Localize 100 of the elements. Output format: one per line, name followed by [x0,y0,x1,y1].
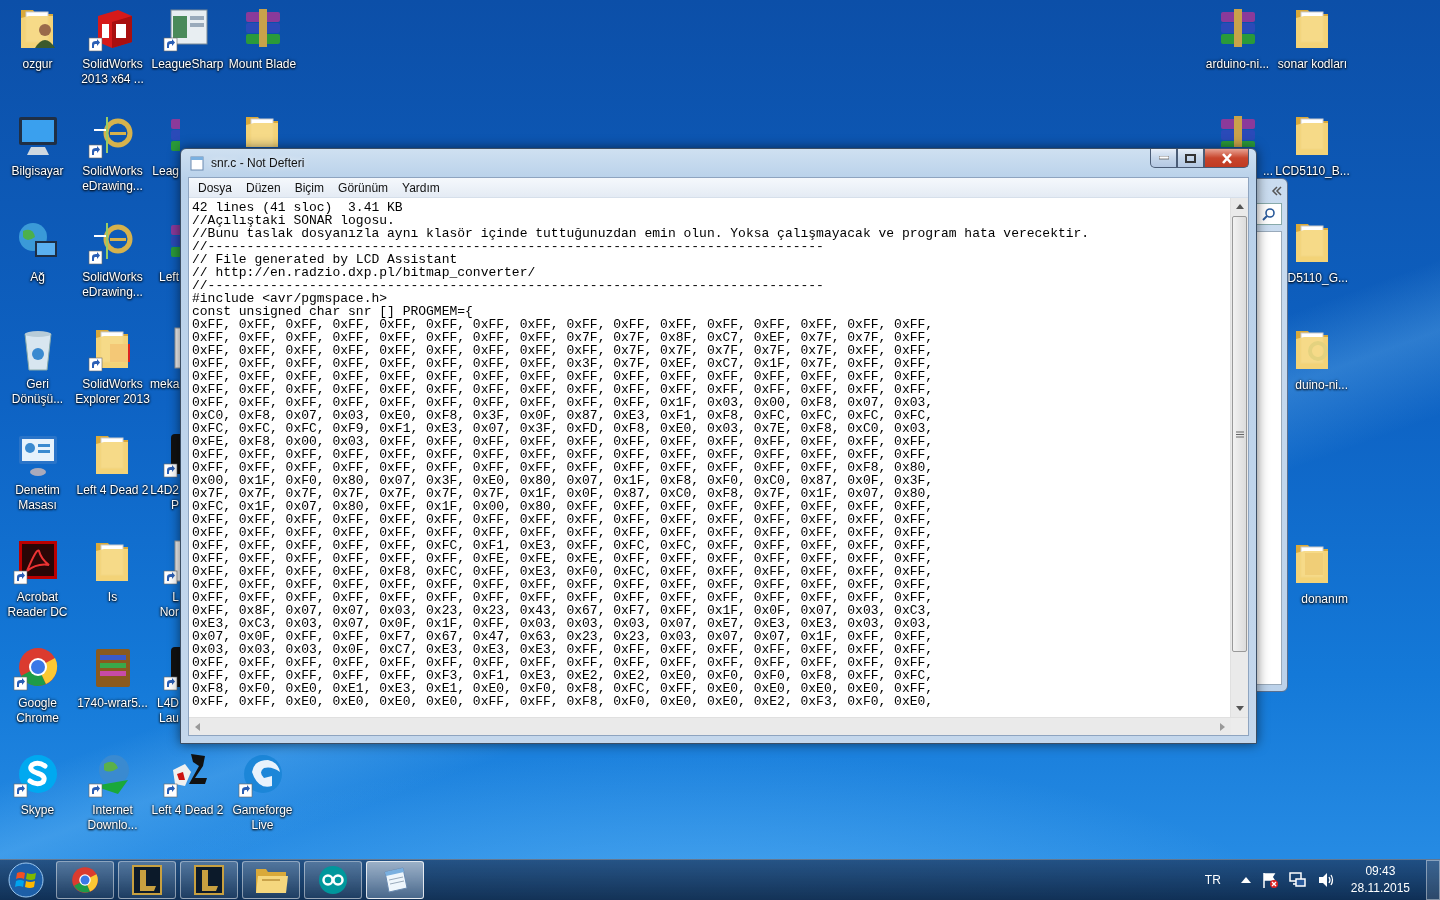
menu-item[interactable]: Düzen [239,180,288,195]
code-line: 42 lines (41 sloc) 3.41 KB [192,201,404,214]
icon-label: ... [1263,164,1274,179]
taskbar-button[interactable] [304,861,362,899]
start-button[interactable] [6,861,46,899]
icon-label: SolidWorks 2013 x64 ... [81,57,144,87]
icon-label: Internet Downlo... [87,802,138,833]
code-line: 0xFF, 0xFF, 0xFF, 0xFF, 0xFF, 0xFF, 0xFF, 0xFF, 0xFF, 0xFF, 0xFF, 0xFF, 0xFF, 0xFF, 0xFF, 0xFF, [192,526,935,539]
maximize-button[interactable] [1177,149,1204,168]
icon-label: meka [150,376,179,392]
code-line: 0xFF, 0xFF, 0xFF, 0xFF, 0xF8, 0xFC, 0xFF, 0xE3, 0xF0, 0xFC, 0xFF, 0xFF, 0xFF, 0xFF, 0xFF, 0xFF, [192,565,935,578]
icon-label: Bilgisayar [11,163,64,179]
icon-label: Google Chrome [16,696,59,726]
icon-label: arduino-ni... [1205,57,1270,72]
code-line: 0xFF, 0xFF, 0xFF, 0xFF, 0xFF, 0xFF, 0xFE, 0xFE, 0xFE, 0xFF, 0xFF, 0xFF, 0xFF, 0xFF, 0xFF, 0xFF, [192,552,935,565]
search-field[interactable] [1256,203,1282,225]
emblem-icon [193,864,225,896]
taskbar-button[interactable] [242,861,300,899]
code-line: 0xFE, 0xF8, 0x00, 0x03, 0xFF, 0xFF, 0xFF, 0xFF, 0xFF, 0xFF, 0xFF, 0xFF, 0xFF, 0xFF, 0xFF, 0xFF, [192,435,935,448]
code-line: 0xFF, 0xFF, 0xFF, 0xFF, 0xFF, 0xFF, 0xFF, 0xFF, 0x3F, 0x7F, 0xEF, 0xC7, 0x1F, 0x7F, 0xFF, 0xFF, [192,357,935,370]
code-line: 0xFC, 0x1F, 0x07, 0x80, 0xFF, 0x1F, 0x00, 0x80, 0xFF, 0xFF, 0xFF, 0xFF, 0xFF, 0xFF, 0xFF, 0xFF, [192,500,935,513]
menu-item[interactable]: Dosya [191,180,239,195]
clock-time[interactable]: 09:43 [1365,863,1396,880]
code-line: 0xFF, 0xFF, 0xFF, 0xFF, 0xFF, 0xF3, 0xF1, 0xE3, 0xE2, 0xE2, 0xE0, 0xF0, 0xF0, 0xF8, 0xFF, 0xFC, [192,669,935,682]
minimize-button[interactable] [1150,149,1177,168]
menu-item[interactable]: Yardım [395,180,447,195]
code-line: const unsigned char snr [] PROGMEM={ [192,305,474,318]
menu-item[interactable]: Görünüm [331,180,396,195]
clock-date[interactable]: 28.11.2015 [1350,880,1410,897]
icon-label: SolidWorks eDrawing... [82,270,143,300]
minimize-icon [1158,156,1169,160]
up-caret-icon[interactable] [1240,876,1251,884]
code-line: 0x07, 0x0F, 0xFF, 0xFF, 0xF7, 0x67, 0x47, 0x63, 0x23, 0x23, 0x03, 0x07, 0x07, 0x1F, 0xFF, 0xFF, [192,630,935,643]
code-line: 0xFF, 0xFF, 0xFF, 0xFF, 0xFF, 0xFF, 0xFF, 0xFF, 0xFF, 0xFF, 0x1F, 0x03, 0x00, 0xF8, 0x07, 0x03, [192,396,935,409]
icon-label: Left 4 Dead 2 [151,802,224,818]
code-line: 0xFF, 0xFF, 0xFF, 0xFF, 0xFF, 0xFF, 0xFF, 0xFF, 0xFF, 0xFF, 0xFF, 0xFF, 0xFF, 0xFF, 0xFF, 0xFF, [192,578,935,591]
close-icon [1220,152,1233,164]
code-line: 0x03, 0x03, 0x03, 0x0F, 0xC7, 0xE3, 0xE3, 0xE3, 0xFF, 0xFF, 0xFF, 0xFF, 0xFF, 0xFF, 0xFF, 0xFF, [192,643,935,656]
icon-label: Ağ [30,270,45,285]
chrome-icon [69,864,101,896]
down-arrow-icon[interactable] [1235,706,1244,711]
icon-label: Denetim Masası [15,483,60,513]
arduino-icon [317,864,349,896]
taskbar-button[interactable] [56,861,114,899]
icon-label: 1740-wrar5... [77,696,148,711]
code-line: //Bunu taslak dosyanızla aynı klasör içinde tuttuğunuzdan emin olun. Yoksa çalışmayacak ve program hata verecektir. [192,227,1091,240]
code-line: 0xE3, 0xC3, 0x03, 0x07, 0x0F, 0x1F, 0xFF, 0x03, 0x03, 0x03, 0x07, 0xE7, 0xE3, 0xE3, 0x03, 0x03, [192,617,935,630]
icon-label: ozgur [22,57,53,72]
code-line: 0xFF, 0x8F, 0x07, 0x07, 0x03, 0x23, 0x23, 0x43, 0x67, 0xF7, 0xFF, 0x1F, 0x0F, 0x07, 0x03, 0xC3, [192,604,935,617]
code-line: 0xFF, 0xFF, 0xFF, 0xFF, 0xFF, 0xFF, 0xFF, 0xFF, 0xFF, 0xFF, 0xFF, 0xFF, 0xFF, 0xFF, 0xFF, 0xFF, [192,591,935,604]
icon-label: Left 4 Dead 2 [76,483,149,498]
code-line: //------------------------------------------------------------------------------- [192,240,824,253]
icon-label: Geri Dönüşü... [11,376,64,407]
code-line: 0xFC, 0xFC, 0xFC, 0xF9, 0xF1, 0xE3, 0x07, 0x3F, 0xFD, 0xF8, 0xE0, 0x03, 0x7E, 0xF8, 0xC0, 0x03, [192,422,935,435]
icon-label: SolidWorks eDrawing... [82,163,143,194]
icon-label: Mount Blade [228,57,297,72]
code-line: 0x00, 0x1F, 0xF0, 0x80, 0x07, 0x3F, 0xE0, 0x80, 0x07, 0x1F, 0xF8, 0xF0, 0xC0, 0x87, 0x0F, 0x3F, [192,474,935,487]
language-indicator[interactable]: TR [1204,873,1221,887]
icon-label: donanım [1301,592,1349,607]
icon-label: sonar kodları [1277,57,1348,72]
code-line: 0xFF, 0xFF, 0xFF, 0xFF, 0xFF, 0xFF, 0xFF, 0xFF, 0xFF, 0xFF, 0xFF, 0xFF, 0xFF, 0xFF, 0xFF, 0xFF, [192,513,935,526]
icon-label: Is [107,589,118,605]
scroll-thumb[interactable] [1232,216,1247,652]
code-line: 0xFF, 0xFF, 0xFF, 0xFF, 0xFF, 0xFF, 0xFF, 0xFF, 0xFF, 0xFF, 0xFF, 0xFF, 0xFF, 0xFF, 0xFF, 0xFF, [192,318,935,331]
icon-label: D5110_G... [1287,271,1349,286]
show-desktop-button[interactable] [1426,860,1440,900]
taskbar-button[interactable] [118,861,176,899]
icon-label: Leag [151,163,179,179]
code-line: // File generated by LCD Assistant [192,253,458,266]
speaker-icon[interactable] [1316,871,1335,889]
icon-label: Acrobat Reader DC [7,589,68,620]
icon-label: SolidWorks Explorer 2013 [75,376,150,407]
icon-label: L4D2 P [150,483,179,513]
search-icon [1262,207,1276,221]
code-line: 0xFF, 0xFF, 0xFF, 0xFF, 0xFF, 0xFF, 0xFF, 0xFF, 0xFF, 0xFF, 0xFF, 0xFF, 0xFF, 0xFF, 0xFF, 0xFF, [192,448,935,461]
code-line: 0xFF, 0xFF, 0xFF, 0xFF, 0xFF, 0xFC, 0xF1, 0xE3, 0xFF, 0xFC, 0xFC, 0xFF, 0xFF, 0xFF, 0xFF, 0xFF, [192,539,935,552]
code-line: 0xFF, 0xFF, 0xFF, 0xFF, 0xFF, 0xFF, 0xFF, 0xFF, 0xFF, 0xFF, 0xFF, 0xFF, 0xFF, 0xFF, 0xF8, 0x80, [192,461,935,474]
code-line: 0xFF, 0xFF, 0xFF, 0xFF, 0xFF, 0xFF, 0xFF, 0xFF, 0xFF, 0x7F, 0x7F, 0x7F, 0x7F, 0x7F, 0xFF, 0xFF, [192,344,935,357]
close-button[interactable] [1204,149,1249,168]
menu-item[interactable]: Biçim [287,180,332,195]
flag-icon[interactable] [1260,871,1279,889]
network-icon[interactable] [1288,871,1307,889]
icon-label: Gameforge Live [232,802,293,833]
taskbar-button[interactable] [366,861,424,899]
icon-label: LeagueSharp [151,57,224,72]
icon-label: LCD5110_B... [1275,164,1350,179]
up-arrow-icon[interactable] [1235,204,1244,209]
code-line: // http://en.radzio.dxp.pl/bitmap_converter/ [192,266,536,279]
chevron-icon[interactable] [1270,185,1282,197]
vertical-scrollbar[interactable] [1230,198,1248,717]
icon-label: Left [158,270,179,285]
window-title: snr.c - Not Defteri [211,156,306,170]
icon-label: Skype [20,802,55,818]
windows-logo-icon [8,862,44,898]
code-line: #include <avr/pgmspace.h> [192,292,389,305]
taskbar-button[interactable] [180,861,238,899]
grip-icon [1235,430,1244,438]
code-line: 0xFF, 0xFF, 0xFF, 0xFF, 0xFF, 0xFF, 0xFF, 0xFF, 0xFF, 0xFF, 0xFF, 0xFF, 0xFF, 0xFF, 0xFF, 0xFF, [192,370,935,383]
code-line: 0xFF, 0xFF, 0xFF, 0xFF, 0xFF, 0xFF, 0xFF, 0xFF, 0xFF, 0xFF, 0xFF, 0xFF, 0xFF, 0xFF, 0xFF, 0xFF, [192,656,935,669]
notepad-icon [189,155,205,171]
